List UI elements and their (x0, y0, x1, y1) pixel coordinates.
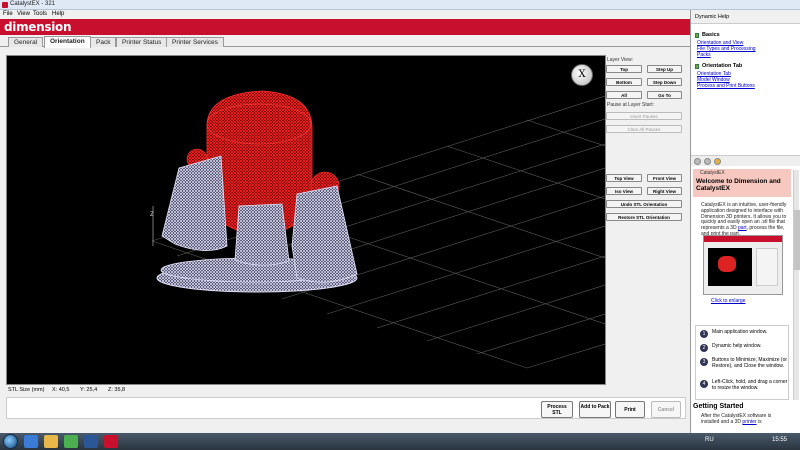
menu-file[interactable]: File (3, 11, 13, 17)
rotate-tool-icon[interactable]: X (571, 64, 593, 86)
printer-link[interactable]: printer (742, 419, 756, 425)
home-icon[interactable] (714, 158, 721, 165)
book-icon (695, 33, 699, 38)
go-to-button[interactable]: Go To (647, 91, 682, 99)
help-steps: 1 Main application window. 2 Dynamic hel… (695, 325, 789, 400)
language-indicator[interactable]: RU (705, 437, 714, 443)
brand-banner: dimension (0, 19, 690, 35)
dynamic-help-pane: Dynamic Help Basics Orientation and View… (690, 10, 800, 433)
title-bar: CatalystEX - 321 (0, 0, 800, 10)
step-text: Dynamic help window. (712, 343, 762, 349)
model-leg-left (161, 155, 228, 251)
process-stl-button[interactable]: Process STL (541, 401, 573, 418)
help-nav-bar (691, 155, 800, 166)
window-title: CatalystEX - 321 (10, 1, 56, 7)
catalystex-taskbar-icon[interactable] (104, 435, 118, 448)
z-axis-label: Z (150, 212, 154, 218)
menu-bar: File View Tools Help (0, 10, 690, 19)
media-icon[interactable] (64, 435, 78, 448)
stl-size-bar: STL Size (mm) X: 40,5 Y: 25,4 Z: 35,8 (6, 385, 606, 395)
step-number: 1 (700, 330, 708, 338)
tab-pack[interactable]: Pack (90, 37, 117, 47)
stl-z: Z: 35,8 (108, 387, 126, 393)
book-icon (695, 64, 699, 69)
welcome-banner: CatalystEX Welcome to Dimension and Cata… (693, 169, 791, 197)
stl-y: Y: 25,4 (80, 387, 98, 393)
clock[interactable]: 15:55 (772, 437, 787, 443)
action-bar: Process STL Add to Pack Print Cancel (6, 397, 686, 419)
menu-help[interactable]: Help (52, 11, 64, 17)
right-view-button[interactable]: Right View (647, 187, 682, 195)
start-button[interactable] (3, 434, 18, 449)
step-number: 3 (700, 358, 708, 366)
stl-size-label: STL Size (mm) (8, 387, 45, 393)
model-leg-front (234, 203, 290, 266)
getting-started-text: After the CatalystEX software is install… (701, 413, 787, 426)
menu-tools[interactable]: Tools (33, 11, 47, 17)
step-text: Left-Click, hold, and drag a corner to r… (712, 379, 788, 391)
pause-label: Pause at Layer Start: (607, 102, 654, 108)
main-window: CatalystEX - 321 File View Tools Help di… (0, 0, 800, 433)
iso-view-button[interactable]: Iso View (606, 187, 642, 195)
help-scrollbar[interactable] (793, 170, 800, 400)
folder-icon[interactable] (44, 435, 58, 448)
stl-x: X: 40,5 (52, 387, 70, 393)
word-icon[interactable] (84, 435, 98, 448)
tab-general[interactable]: General (8, 37, 44, 47)
help-page-label: CatalystEX (700, 170, 725, 176)
getting-started-title: Getting Started (693, 403, 744, 410)
cancel-button[interactable]: Cancel (651, 401, 681, 418)
step-text: Buttons to Minimize, Maximize (or Restor… (712, 357, 788, 369)
help-page: CatalystEX Welcome to Dimension and Cata… (691, 167, 791, 425)
click-to-enlarge-link[interactable]: Click to enlarge (711, 298, 745, 304)
undo-stl-orientation-button[interactable]: Undo STL Orientation (606, 200, 682, 208)
tab-orientation[interactable]: Orientation (44, 36, 91, 48)
help-intro: CatalystEX is an intuitive, user-friendl… (701, 202, 787, 238)
tab-bar: General Orientation Pack Printer Status … (0, 35, 690, 48)
welcome-title: Welcome to Dimension and CatalystEX (696, 178, 781, 192)
tab-printer-services[interactable]: Printer Services (166, 37, 224, 47)
step-number: 2 (700, 344, 708, 352)
layer-view-panel: Layer View: Top Step Up Bottom Step Down… (606, 55, 686, 385)
help-link-packs[interactable]: Packs (697, 52, 711, 58)
insert-pauses-button[interactable]: Insert Pauses (606, 112, 682, 120)
help-header: Dynamic Help (691, 10, 800, 24)
tab-printer-status[interactable]: Printer Status (116, 37, 168, 47)
restore-stl-orientation-button[interactable]: Restore STL Orientation (606, 213, 682, 221)
layer-all-button[interactable]: All (606, 91, 642, 99)
front-view-button[interactable]: Front View (647, 174, 682, 182)
dimension-logo: dimension (4, 20, 72, 34)
layer-bottom-button[interactable]: Bottom (606, 78, 642, 86)
step-number: 4 (700, 380, 708, 388)
ie-icon[interactable] (24, 435, 38, 448)
model-render: Z (150, 90, 605, 369)
menu-view[interactable]: View (17, 11, 30, 17)
back-icon[interactable] (694, 158, 701, 165)
step-text: Main application window. (712, 329, 768, 335)
gs-text-end: is (758, 418, 762, 425)
print-button[interactable]: Print (615, 401, 645, 418)
model-leg-right (291, 185, 358, 283)
layer-top-button[interactable]: Top (606, 65, 642, 73)
clear-all-pauses-button[interactable]: Clear All Pauses (606, 125, 682, 133)
scroll-thumb[interactable] (794, 210, 800, 270)
help-link-process-print[interactable]: Process and Print Buttons (697, 83, 755, 89)
top-view-button[interactable]: Top View (606, 174, 642, 182)
forward-icon[interactable] (704, 158, 711, 165)
step-down-button[interactable]: Step Down (647, 78, 682, 86)
layer-view-label: Layer View: (607, 57, 634, 63)
model-viewport[interactable]: Z X (6, 55, 606, 385)
taskbar: RU 15:55 (0, 433, 800, 450)
add-to-pack-button[interactable]: Add to Pack (579, 401, 611, 418)
screenshot-thumbnail[interactable] (703, 235, 783, 295)
help-basics-title: Basics (702, 32, 720, 38)
model-dome-top (206, 103, 312, 145)
app-icon (2, 2, 8, 8)
step-up-button[interactable]: Step Up (647, 65, 682, 73)
help-orientation-title: Orientation Tab (702, 63, 743, 69)
